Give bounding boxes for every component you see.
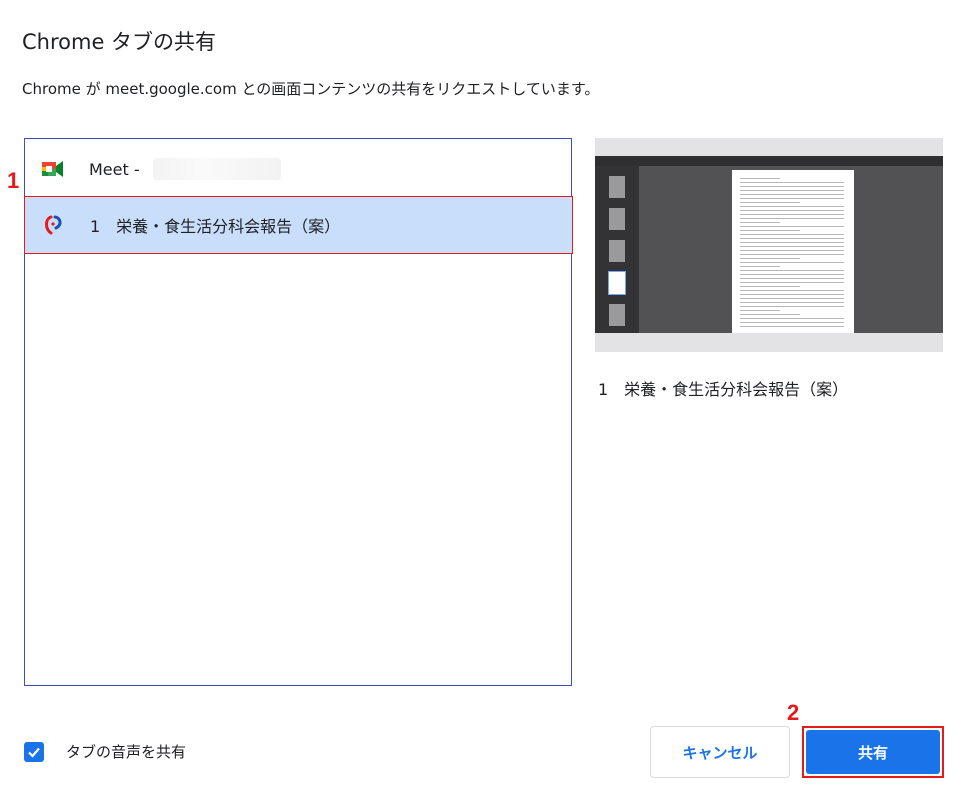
preview-page-thumb <box>609 176 625 198</box>
preview-text-line <box>740 290 844 291</box>
preview-page-thumb <box>609 208 625 230</box>
share-audio-label: タブの音声を共有 <box>66 743 187 761</box>
preview-text-line <box>740 210 844 211</box>
preview-text-line <box>740 294 844 295</box>
redacted-text <box>152 158 281 180</box>
preview-text-line <box>740 262 844 263</box>
preview-page-thumbnails <box>595 166 639 333</box>
checkmark-icon <box>28 747 40 758</box>
preview-text-line <box>740 326 844 327</box>
preview-text-line <box>740 298 844 299</box>
preview-text-line <box>740 286 800 287</box>
preview-text-line <box>740 190 844 191</box>
preview-caption: 1 栄養・食生活分科会報告（案） <box>598 380 849 399</box>
cancel-button[interactable]: キャンセル <box>650 726 790 778</box>
preview-text-line <box>740 194 844 195</box>
preview-text-line <box>740 314 800 315</box>
preview-text-line <box>740 282 844 283</box>
preview-text-line <box>740 198 844 199</box>
preview-text-line <box>740 218 844 219</box>
preview-text-line <box>740 274 844 275</box>
tab-item-label: 1 栄養・食生活分科会報告（案） <box>90 217 341 236</box>
preview-screen <box>595 156 943 333</box>
preview-text-line <box>740 246 844 247</box>
preview-text-line <box>740 178 780 179</box>
preview-text-line <box>740 250 844 251</box>
preview-text-line <box>740 322 844 323</box>
dialog-subtitle: Chrome が meet.google.com との画面コンテンツの共有をリク… <box>22 80 600 98</box>
preview-text-line <box>740 258 800 259</box>
share-audio-checkbox[interactable] <box>24 742 44 762</box>
tab-item-label: Meet - <box>89 159 145 179</box>
preview-text-line <box>740 306 844 307</box>
preview-text-line <box>740 230 800 231</box>
preview-text-line <box>740 242 844 243</box>
preview-text-line <box>740 238 844 239</box>
preview-page-thumb <box>609 240 625 262</box>
preview-text-line <box>740 266 780 267</box>
preview-text-line <box>740 310 780 311</box>
tab-preview-thumbnail <box>595 138 943 352</box>
preview-document-page <box>732 170 854 333</box>
tab-item-meet[interactable]: Meet - <box>25 145 570 193</box>
preview-page-thumb <box>608 271 626 295</box>
preview-page-thumb <box>609 304 625 326</box>
tab-list: Meet - 1 栄養・食生活分科会報告（案） <box>24 138 573 686</box>
annotation-marker-1: 1 <box>7 168 20 193</box>
ministry-health-icon <box>42 213 66 237</box>
annotation-marker-2: 2 <box>787 700 800 725</box>
preview-text-line <box>740 182 844 183</box>
preview-text-line <box>740 206 844 207</box>
preview-text-line <box>740 254 844 255</box>
preview-text-line <box>740 226 844 227</box>
preview-text-line <box>740 186 844 187</box>
preview-text-line <box>740 278 844 279</box>
tab-item-report[interactable]: 1 栄養・食生活分科会報告（案） <box>24 196 573 254</box>
preview-text-line <box>740 222 780 223</box>
preview-text-line <box>740 234 844 235</box>
preview-text-line <box>740 202 800 203</box>
google-meet-icon <box>41 157 65 181</box>
preview-text-line <box>740 214 844 215</box>
preview-text-line <box>740 270 844 271</box>
preview-text-line <box>740 302 844 303</box>
preview-text-line <box>740 318 844 319</box>
dialog-title: Chrome タブの共有 <box>22 30 217 54</box>
share-button[interactable]: 共有 <box>806 730 940 774</box>
preview-toolbar <box>595 156 943 166</box>
